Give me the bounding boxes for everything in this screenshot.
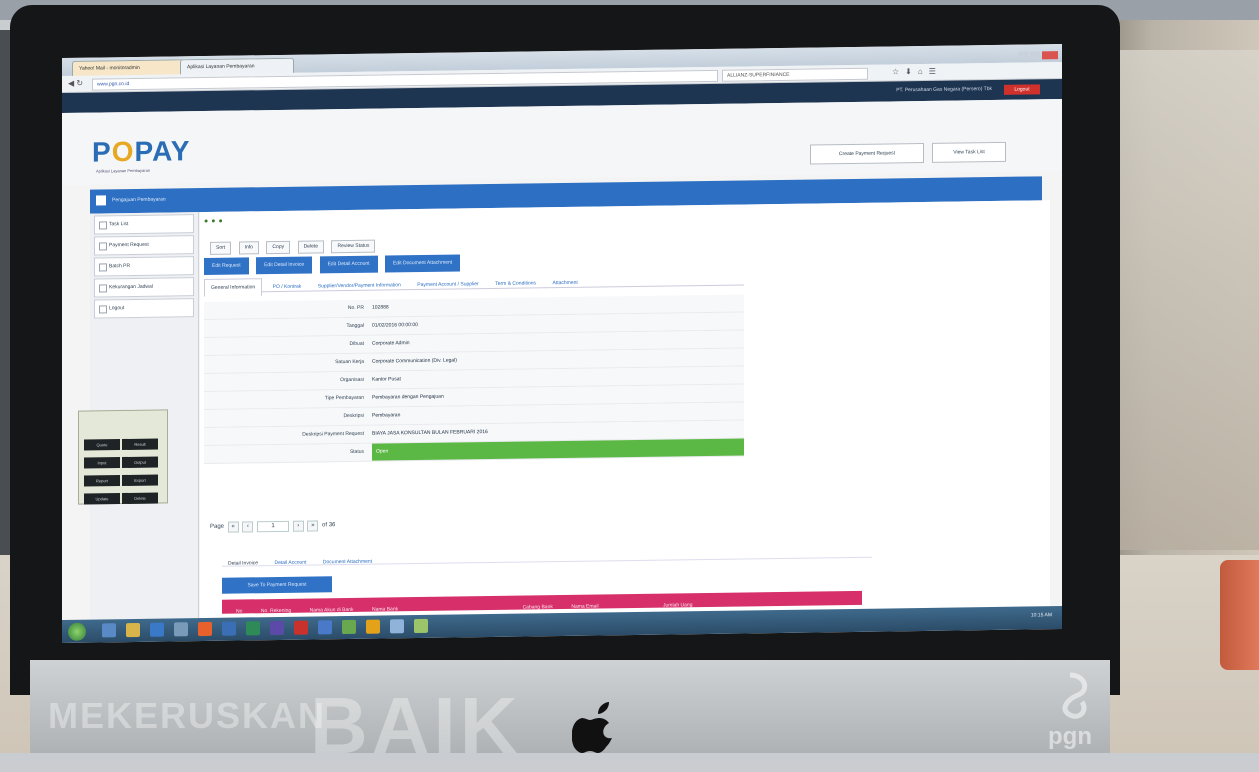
sidebar-item-task-list[interactable]: Task List	[94, 214, 194, 235]
mini-cell[interactable]: Result	[122, 438, 158, 451]
svg-text:pgn: pgn	[1048, 723, 1092, 750]
taskbar-app-icon[interactable]	[174, 622, 188, 637]
last-page-button[interactable]: »	[307, 520, 319, 532]
apple-logo-icon	[572, 702, 612, 753]
taskbar-app-icon[interactable]	[294, 620, 308, 635]
sidebar-item-kekurangan[interactable]: Kekurangan Jadwal	[94, 277, 194, 298]
chin-reflection-text-large: BAIK	[310, 681, 522, 770]
mini-cell[interactable]: Delete	[122, 492, 158, 505]
edit-invoice-button[interactable]: Edit Detail Invoice	[256, 256, 313, 275]
mini-cell[interactable]: Output	[122, 456, 158, 469]
user-company: PT. Perusahaan Gas Negara (Persero) Tbk	[896, 86, 992, 94]
sidebar-item-batch-pr[interactable]: Batch PR	[94, 256, 194, 277]
mini-window-grid: Quote Result Input Output Report Export Upd…	[83, 432, 161, 505]
edit-attachment-button[interactable]: Edit Document Attachment	[385, 254, 461, 273]
field-label: Deskripsi Payment Request	[302, 430, 364, 438]
logo-subtitle: Aplikasi Layanan Pembayaran	[96, 167, 151, 174]
create-payment-request-button[interactable]: Create Payment Request	[810, 142, 924, 165]
edit-request-button[interactable]: Edit Request	[204, 257, 249, 276]
field-label: Organisasi	[340, 376, 364, 384]
view-task-list-button[interactable]: View Task List	[932, 141, 1006, 163]
minimize-icon[interactable]	[1018, 51, 1028, 60]
mini-cell[interactable]: Quote	[84, 439, 120, 451]
field-label: Satuan Kerja	[335, 358, 364, 366]
field-label: Deskripsi	[343, 412, 364, 420]
page-label: Page	[210, 523, 225, 530]
general-info-form: No. PR 102888 Tanggal 01/02/2016 00:00:00 …	[204, 294, 744, 465]
page-count: of 36	[322, 522, 336, 529]
prev-page-button[interactable]: ‹	[242, 521, 254, 533]
taskbar-app-icon[interactable]	[318, 620, 332, 635]
save-to-payment-request-button[interactable]: Save To Payment Request	[222, 576, 332, 594]
edit-account-button[interactable]: Edit Detail Account	[319, 255, 378, 274]
field-label: Status	[349, 448, 364, 455]
page-input[interactable]: 1	[257, 520, 290, 533]
sidebar-item-logout[interactable]: Logout	[94, 298, 194, 319]
first-page-button[interactable]: «	[227, 521, 239, 533]
app-header: POPAY Aplikasi Layanan Pembayaran Create…	[62, 99, 1062, 185]
mini-cell[interactable]: Update	[84, 493, 120, 505]
taskbar-app-icon[interactable]	[270, 620, 284, 636]
background-window	[1100, 50, 1259, 550]
tab-document-attachment[interactable]: Document Attachment	[317, 555, 378, 570]
pagination: Page « ‹ 1 › » of 36	[210, 520, 337, 533]
screen: Yahoo! Mail - monitoradmin Aplikasi Laya…	[62, 44, 1062, 644]
tab-payment-account[interactable]: Payment Account / Supplier	[411, 276, 484, 293]
taskbar-app-icon[interactable]	[390, 619, 404, 634]
tab-po-kontrak[interactable]: PO / Kontrak	[267, 279, 308, 296]
field-label: Dibuat	[349, 340, 364, 347]
column-header: No	[236, 608, 243, 615]
toolbar-icon-group[interactable]: ●●●	[204, 218, 226, 225]
popay-logo: POPAY	[92, 135, 191, 168]
taskbar-app-icon[interactable]	[102, 623, 116, 638]
chin-reflection-text: MEKERUSKAN	[48, 695, 327, 736]
floating-mini-window[interactable]: Quote Result Input Output Report Export Upd…	[78, 409, 168, 505]
sidebar-item-payment-request[interactable]: Payment Request	[94, 235, 194, 256]
tab-detail-account[interactable]: Detail Account	[268, 556, 312, 571]
mini-cell[interactable]: Report	[84, 475, 120, 487]
taskbar-app-icon[interactable]	[246, 621, 260, 636]
edit-buttons: Edit Request Edit Detail Invoice Edit De…	[204, 250, 463, 276]
taskbar-app-icon[interactable]	[198, 621, 212, 637]
tab-supplier[interactable]: Supplier/Vendor/Payment Information	[312, 277, 407, 294]
red-object	[1220, 560, 1259, 670]
logout-button[interactable]: Logout	[1004, 84, 1040, 95]
taskbar-app-icon[interactable]	[342, 619, 356, 635]
taskbar-clock: 10:15 AM	[1030, 612, 1052, 619]
tab-attachment[interactable]: Attachment	[547, 275, 584, 292]
close-icon[interactable]	[1042, 51, 1058, 60]
taskbar-app-icon[interactable]	[126, 622, 140, 638]
mini-cell[interactable]: Input	[84, 457, 120, 469]
taskbar-app-icon[interactable]	[222, 621, 236, 636]
invoice-tabs: Detail Invoice Detail Account Document A…	[222, 542, 872, 570]
taskbar-app-icon[interactable]	[150, 622, 164, 637]
next-page-button[interactable]: ›	[292, 520, 304, 532]
taskbar-app-icon[interactable]	[414, 618, 428, 634]
field-label: No. PR	[347, 304, 364, 312]
tab-terms[interactable]: Term & Conditions	[489, 275, 542, 292]
back-arrow-icon[interactable]: ◀ ↻	[68, 79, 83, 88]
module-title: Pengajuan Pembayaran	[112, 196, 166, 204]
module-icon	[96, 195, 106, 206]
browser-search-input[interactable]: ALLIANZ-SUPERFINIANCE	[722, 67, 868, 82]
pgn-logo-icon: pgn	[1048, 672, 1092, 750]
tab-general-information[interactable]: General Information	[204, 278, 263, 298]
taskbar-app-icon[interactable]	[366, 619, 380, 634]
field-label: Tipe Pembayaran	[324, 394, 364, 402]
main-content: ●●● Sort Info Copy Delete Review Status …	[200, 200, 1050, 633]
start-button-icon[interactable]	[68, 622, 86, 641]
toolbar-icons[interactable]: ☆⬇⌂☰	[892, 67, 942, 77]
maximize-icon[interactable]	[1030, 51, 1040, 60]
field-label: Tanggal	[346, 322, 364, 330]
tab-detail-invoice[interactable]: Detail Invoice	[222, 556, 264, 571]
mini-cell[interactable]: Export	[122, 474, 158, 487]
